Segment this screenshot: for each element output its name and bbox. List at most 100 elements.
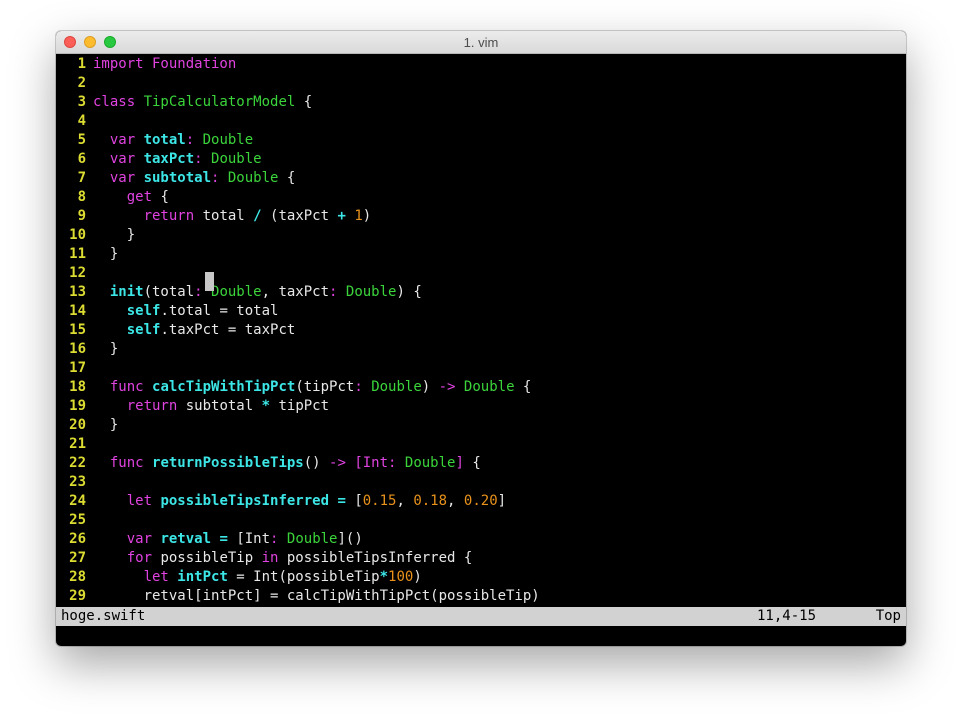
line-number: 22 bbox=[69, 455, 86, 471]
code-token: tipPct bbox=[270, 398, 330, 414]
code-token: total bbox=[194, 208, 254, 224]
code-line[interactable]: 24 let possibleTipsInferred = [0.15, 0.1… bbox=[56, 492, 906, 511]
code-line[interactable]: 22 func returnPossibleTips() -> [Int: Do… bbox=[56, 454, 906, 473]
code-line[interactable]: 15 self.taxPct = taxPct bbox=[56, 321, 906, 340]
code-token: : bbox=[194, 151, 212, 167]
code-token: { bbox=[514, 379, 532, 395]
line-code: var taxPct: Double bbox=[93, 150, 262, 169]
code-token: retval[intPct] = calcTipWithTipPct(possi… bbox=[93, 588, 540, 604]
line-code: var retval = [Int: Double]() bbox=[93, 530, 363, 549]
window-title: 1. vim bbox=[463, 35, 499, 50]
code-token: (total bbox=[143, 284, 195, 300]
line-number: 3 bbox=[77, 94, 86, 110]
line-number: 16 bbox=[69, 341, 86, 357]
code-line[interactable]: 3 class TipCalculatorModel { bbox=[56, 93, 906, 112]
line-code: init(total: Double, taxPct: Double) { bbox=[93, 283, 422, 302]
code-token: = bbox=[337, 493, 346, 509]
code-line[interactable]: 8 get { bbox=[56, 188, 906, 207]
code-token: possibleTipsInferred bbox=[160, 493, 330, 509]
status-scroll-position: Top bbox=[875, 608, 901, 624]
code-line[interactable]: 29 retval[intPct] = calcTipWithTipPct(po… bbox=[56, 587, 906, 606]
code-line[interactable]: 27 for possibleTip in possibleTipsInferr… bbox=[56, 549, 906, 568]
code-line[interactable]: 4 bbox=[56, 112, 906, 131]
code-token: 0.20 bbox=[463, 493, 498, 509]
code-line[interactable]: 17 bbox=[56, 359, 906, 378]
line-number: 26 bbox=[69, 531, 86, 547]
terminal-window: 1. vim 1 import Foundation 2 3 class TipCalc… bbox=[56, 31, 906, 646]
code-token: * bbox=[261, 398, 271, 414]
line-number: 9 bbox=[77, 208, 86, 224]
code-token: Double bbox=[286, 531, 338, 547]
line-number: 2 bbox=[77, 75, 86, 91]
title-bar[interactable]: 1. vim bbox=[56, 31, 906, 54]
vim-editor-buffer[interactable]: 1 import Foundation 2 3 class TipCalculatorM… bbox=[56, 55, 906, 607]
code-line[interactable]: 9 return total / (taxPct + 1) bbox=[56, 207, 906, 226]
code-token: -> [Int: bbox=[329, 455, 405, 471]
code-token: 0.18 bbox=[413, 493, 448, 509]
line-number: 14 bbox=[69, 303, 86, 319]
code-line[interactable]: 20 } bbox=[56, 416, 906, 435]
code-line[interactable]: 13 init(total: Double, taxPct: Double) { bbox=[56, 283, 906, 302]
code-token: init bbox=[109, 284, 144, 300]
line-number: 13 bbox=[69, 284, 86, 300]
code-line[interactable]: 10 } bbox=[56, 226, 906, 245]
code-line[interactable]: 1 import Foundation bbox=[56, 55, 906, 74]
code-token: } bbox=[93, 246, 119, 262]
code-line[interactable]: 18 func calcTipWithTipPct(tipPct: Double… bbox=[56, 378, 906, 397]
code-token: / bbox=[253, 208, 262, 224]
line-code: func calcTipWithTipPct(tipPct: Double) -… bbox=[93, 378, 532, 397]
code-token: } bbox=[93, 227, 136, 243]
code-token: let bbox=[143, 569, 178, 585]
code-token: subtotal bbox=[143, 170, 212, 186]
code-line[interactable]: 11 } bbox=[56, 245, 906, 264]
code-token: return bbox=[143, 208, 195, 224]
code-token: { bbox=[278, 170, 296, 186]
code-token: = bbox=[219, 531, 228, 547]
code-token: (taxPct bbox=[261, 208, 338, 224]
code-token: possibleTip bbox=[152, 550, 262, 566]
code-token: : bbox=[185, 132, 203, 148]
code-line[interactable]: 2 bbox=[56, 74, 906, 93]
code-token: possibleTipsInferred { bbox=[278, 550, 473, 566]
line-number: 20 bbox=[69, 417, 86, 433]
line-code: } bbox=[93, 245, 118, 264]
code-line[interactable]: 7 var subtotal: Double { bbox=[56, 169, 906, 188]
code-line[interactable]: 25 bbox=[56, 511, 906, 530]
code-token: { bbox=[152, 189, 169, 205]
code-line[interactable]: 14 self.total = total bbox=[56, 302, 906, 321]
code-line[interactable]: 28 let intPct = Int(possibleTip*100) bbox=[56, 568, 906, 587]
code-token: , taxPct bbox=[261, 284, 330, 300]
line-number: 25 bbox=[69, 512, 86, 528]
code-line[interactable]: 21 bbox=[56, 435, 906, 454]
code-line[interactable]: 6 var taxPct: Double bbox=[56, 150, 906, 169]
line-number: 5 bbox=[77, 132, 86, 148]
line-number: 8 bbox=[77, 189, 86, 205]
code-line[interactable]: 16 } bbox=[56, 340, 906, 359]
code-token: intPct bbox=[177, 569, 228, 585]
code-line[interactable]: 19 return subtotal * tipPct bbox=[56, 397, 906, 416]
line-number: 15 bbox=[69, 322, 86, 338]
code-token: = Int(possibleTip bbox=[227, 569, 380, 585]
code-line[interactable]: 5 var total: Double bbox=[56, 131, 906, 150]
status-filename: hoge.swift bbox=[61, 608, 146, 624]
code-token: : bbox=[211, 170, 228, 186]
code-token: Double bbox=[211, 151, 262, 167]
line-code: var total: Double bbox=[93, 131, 253, 150]
code-token: ) bbox=[421, 379, 439, 395]
line-code: import Foundation bbox=[93, 55, 236, 74]
line-code: let intPct = Int(possibleTip*100) bbox=[93, 568, 422, 587]
code-line[interactable]: 12 bbox=[56, 264, 906, 283]
code-token: 1 bbox=[354, 208, 363, 224]
line-code: return total / (taxPct + 1) bbox=[93, 207, 372, 226]
code-token: [Int bbox=[227, 531, 271, 547]
code-token: Double bbox=[345, 284, 397, 300]
code-token: var bbox=[109, 132, 144, 148]
code-line[interactable]: 23 bbox=[56, 473, 906, 492]
code-line[interactable]: 26 var retval = [Int: Double]() bbox=[56, 530, 906, 549]
code-token: ]() bbox=[337, 531, 363, 547]
